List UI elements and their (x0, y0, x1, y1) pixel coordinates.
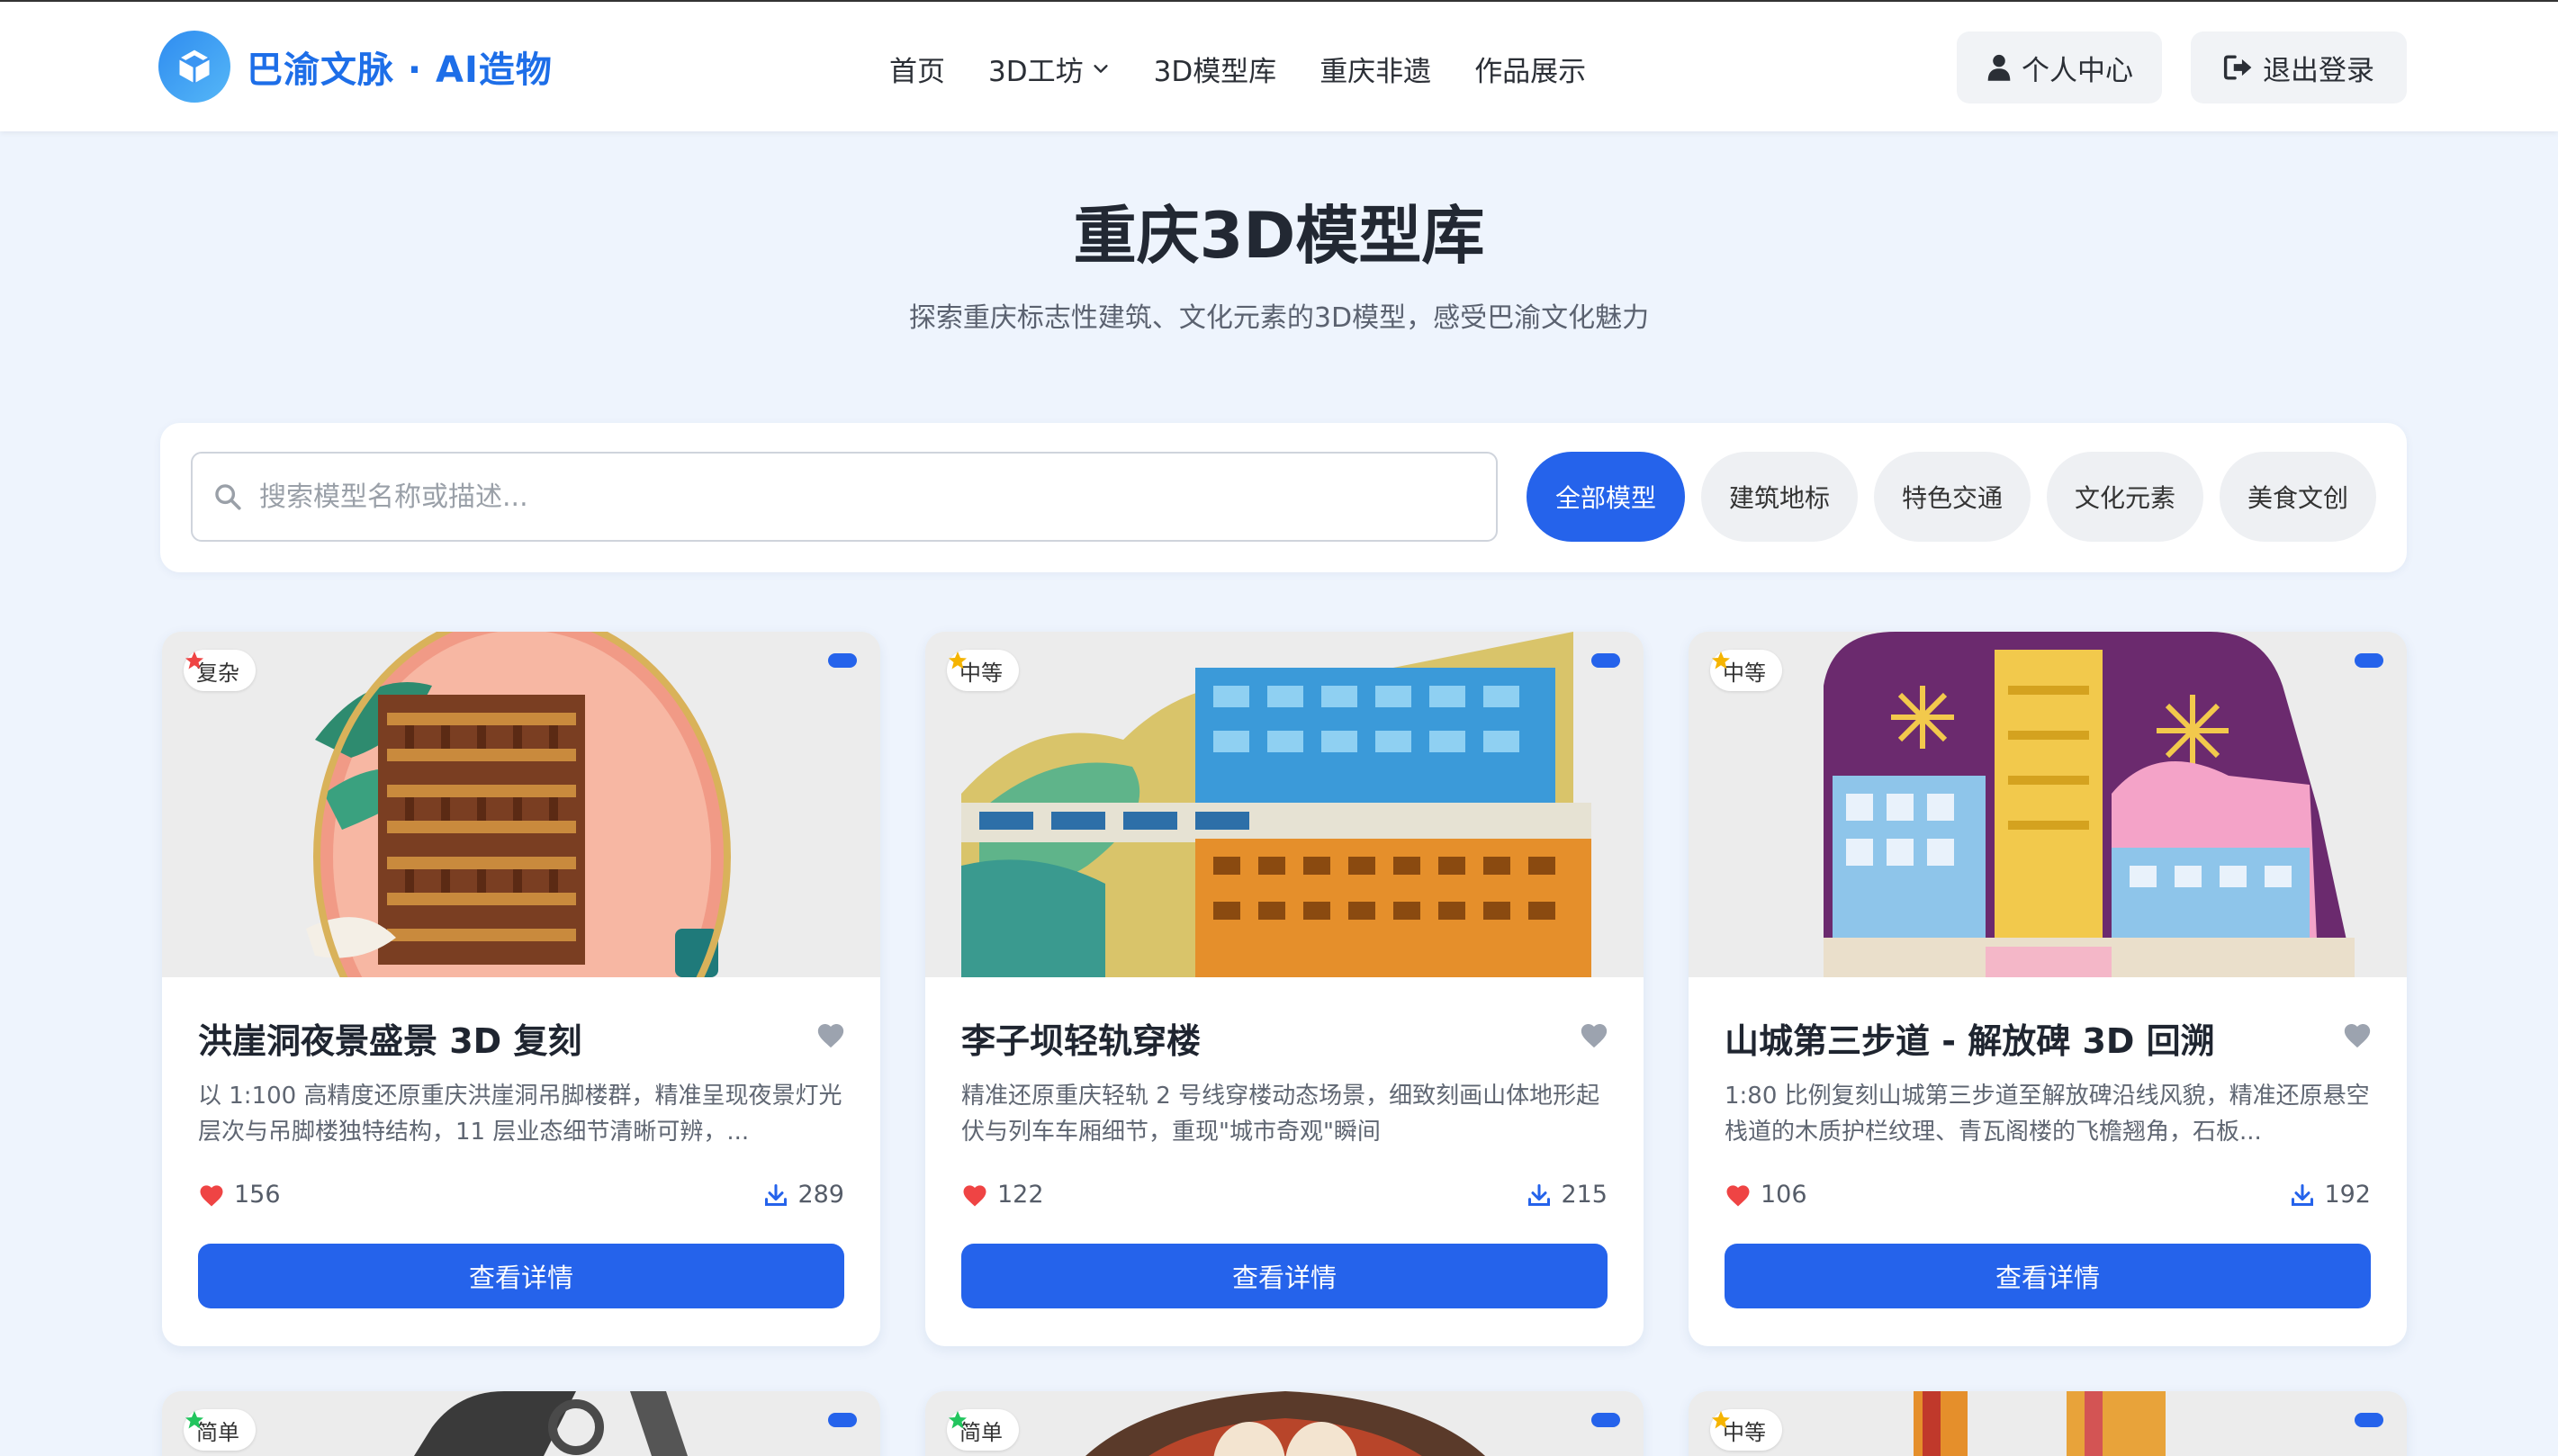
like-count: 122 (961, 1181, 1044, 1209)
profile-button[interactable]: 个人中心 (1957, 31, 2162, 103)
model-card[interactable]: 中等 山城第三步道 - 解放碑 3D 回溯 1:80 比例复刻山城第三步道至解放… (1689, 632, 2407, 1346)
download-count-value: 289 (797, 1181, 844, 1209)
profile-label: 个人中心 (2022, 54, 2133, 87)
model-title[interactable]: 李子坝轻轨穿楼 (961, 1013, 1537, 1063)
heart-icon (1726, 1184, 1750, 1206)
search-icon (212, 481, 243, 512)
model-thumbnail[interactable]: 中等 (925, 632, 1644, 977)
filter-food-creative[interactable]: 美食文创 (2220, 452, 2376, 542)
filter-panel: 全部模型 建筑地标 特色交通 文化元素 美食文创 (160, 423, 2407, 572)
nav-heritage[interactable]: 重庆非遗 (1320, 49, 1431, 89)
difficulty-badge: 中等 (1710, 1409, 1782, 1451)
filter-transport[interactable]: 特色交通 (1874, 452, 2031, 542)
search-input[interactable] (259, 481, 1465, 513)
model-description: 精准还原重庆轻轨 2 号线穿楼动态场景，细致刻画山体地形起伏与列车车厢细节，重现… (961, 1083, 1600, 1146)
logout-icon (2223, 55, 2252, 80)
like-count-value: 122 (997, 1181, 1044, 1209)
model-card[interactable]: 中等 (1689, 1391, 2407, 1456)
search-box[interactable] (191, 452, 1498, 542)
star-icon (949, 652, 967, 670)
chevron-down-icon (1093, 65, 1108, 73)
download-count: 192 (2290, 1181, 2371, 1209)
download-count-value: 215 (1561, 1181, 1608, 1209)
like-count-value: 106 (1761, 1181, 1807, 1209)
view-details-button[interactable]: 查看详情 (1725, 1244, 2371, 1308)
download-count-value: 192 (2324, 1181, 2371, 1209)
page-subtitle: 探索重庆标志性建筑、文化元素的3D模型，感受巴渝文化魅力 (908, 302, 1650, 334)
star-icon (1712, 1411, 1730, 1429)
heart-icon (963, 1184, 986, 1206)
model-card[interactable]: 简单 (925, 1391, 1644, 1456)
model-card[interactable]: 中等 李子坝轻轨穿楼 精准还原重庆轻轨 2 号线穿楼动态场景，细致刻画山体地形起… (925, 632, 1644, 1346)
nav-model-library[interactable]: 3D模型库 (1154, 49, 1277, 89)
logout-button[interactable]: 退出登录 (2191, 31, 2407, 103)
main-nav: 首页 3D工坊 3D模型库 重庆非遗 作品展示 (889, 45, 1629, 92)
top-navbar: 巴渝文脉 · AI造物 首页 3D工坊 3D模型库 重庆非遗 作品展示 个人中心… (0, 0, 2558, 131)
status-indicator (2355, 1413, 2383, 1427)
model-thumbnail[interactable]: 简单 (162, 1391, 880, 1456)
model-description: 以 1:100 高精度还原重庆洪崖洞吊脚楼群，精准呈现夜景灯光层次与吊脚楼独特结… (198, 1083, 842, 1146)
filter-culture[interactable]: 文化元素 (2047, 452, 2203, 542)
model-thumbnail[interactable]: 中等 (1689, 632, 2407, 977)
star-icon (949, 1411, 967, 1429)
model-card[interactable]: 复杂 洪崖洞夜景盛景 3D 复刻 以 1:100 高精度还原重庆洪崖洞吊脚楼群，… (162, 632, 880, 1346)
difficulty-badge: 复杂 (184, 650, 256, 691)
nav-3d-workshop[interactable]: 3D工坊 (988, 49, 1111, 89)
difficulty-badge: 中等 (1710, 650, 1782, 691)
model-thumbnail[interactable]: 复杂 (162, 632, 880, 977)
status-indicator (828, 1413, 857, 1427)
model-card[interactable]: 简单 (162, 1391, 880, 1456)
filter-all-models[interactable]: 全部模型 (1527, 452, 1685, 542)
brand-name: 巴渝文脉 · AI造物 (247, 49, 553, 91)
heart-icon[interactable] (815, 1020, 846, 1049)
nav-3d-workshop-label: 3D工坊 (988, 55, 1084, 88)
filter-landmarks[interactable]: 建筑地标 (1701, 452, 1858, 542)
nav-showcase[interactable]: 作品展示 (1474, 49, 1586, 89)
heart-icon[interactable] (2342, 1020, 2373, 1049)
model-thumbnail[interactable]: 中等 (1689, 1391, 2407, 1456)
status-indicator (2355, 653, 2383, 668)
difficulty-badge: 简单 (184, 1409, 256, 1451)
download-icon (1528, 1183, 1551, 1206)
star-icon (185, 652, 203, 670)
difficulty-badge: 简单 (947, 1409, 1019, 1451)
heart-icon (200, 1184, 223, 1206)
page-title: 重庆3D模型库 (1073, 199, 1485, 273)
status-indicator (828, 653, 857, 668)
status-indicator (1591, 1413, 1620, 1427)
category-filter: 全部模型 建筑地标 特色交通 文化元素 美食文创 (1527, 452, 2392, 542)
download-icon (2292, 1183, 2314, 1206)
download-count: 289 (763, 1181, 844, 1209)
model-description: 1:80 比例复刻山城第三步道至解放碑沿线风貌，精准还原悬空栈道的木质护栏纹理、… (1725, 1083, 2370, 1146)
star-icon (1712, 652, 1730, 670)
view-details-button[interactable]: 查看详情 (198, 1244, 844, 1308)
download-count: 215 (1527, 1181, 1608, 1209)
view-details-button[interactable]: 查看详情 (961, 1244, 1608, 1308)
model-thumbnail[interactable]: 简单 (925, 1391, 1644, 1456)
difficulty-badge: 中等 (947, 650, 1019, 691)
status-indicator (1591, 653, 1620, 668)
like-count-value: 156 (234, 1181, 281, 1209)
model-title[interactable]: 山城第三步道 - 解放碑 3D 回溯 (1725, 1013, 2301, 1063)
heart-icon[interactable] (1579, 1020, 1609, 1049)
nav-home[interactable]: 首页 (889, 49, 945, 89)
like-count: 106 (1725, 1181, 1807, 1209)
star-icon (185, 1411, 203, 1429)
brand-logo[interactable]: 巴渝文脉 · AI造物 (158, 31, 553, 103)
logout-label: 退出登录 (2263, 54, 2374, 87)
download-icon (765, 1183, 788, 1206)
cube-icon (158, 31, 230, 103)
model-title[interactable]: 洪崖洞夜景盛景 3D 复刻 (198, 1013, 774, 1063)
user-icon (1987, 54, 2011, 81)
like-count: 156 (198, 1181, 281, 1209)
